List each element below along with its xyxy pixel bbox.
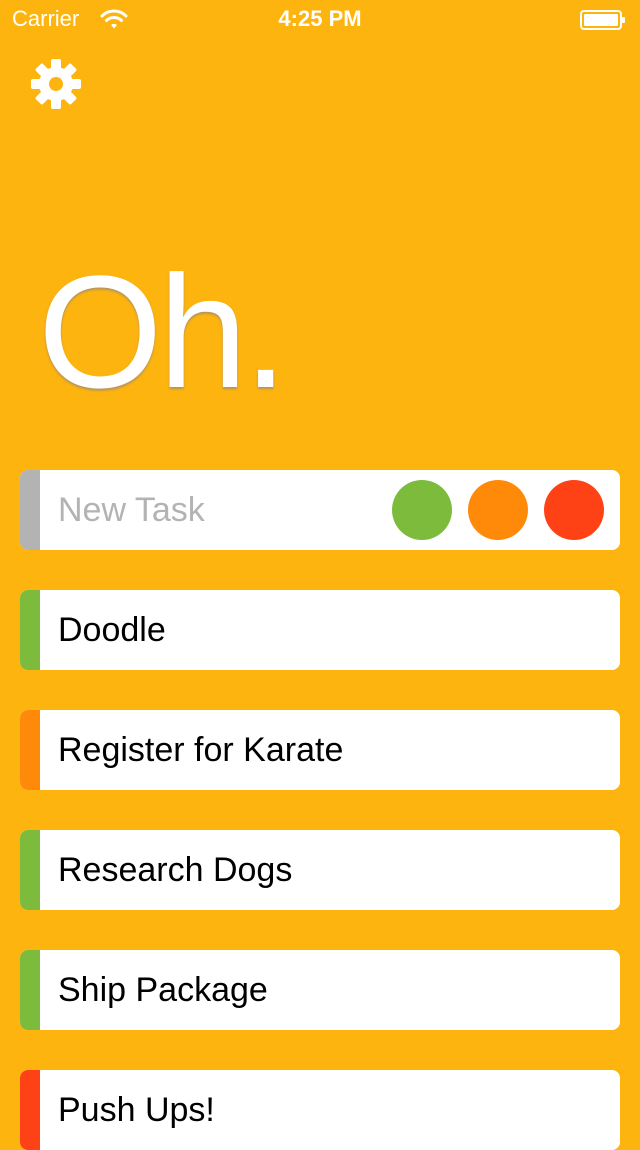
task-label: Push Ups! (58, 1091, 215, 1129)
priority-orange-button[interactable] (468, 480, 528, 540)
task-item[interactable]: Ship Package (20, 950, 620, 1030)
new-task-input[interactable]: New Task (58, 490, 205, 530)
task-label: Register for Karate (58, 731, 344, 769)
task-item[interactable]: Push Ups! (20, 1070, 620, 1150)
task-item[interactable]: Doodle (20, 590, 620, 670)
priority-strip-red (20, 1070, 40, 1150)
task-item[interactable]: Register for Karate (20, 710, 620, 790)
priority-strip-green (20, 590, 40, 670)
settings-button[interactable] (28, 56, 84, 112)
task-label: Research Dogs (58, 851, 293, 889)
status-bar: Carrier 4:25 PM (0, 0, 640, 40)
priority-strip-green (20, 950, 40, 1030)
priority-strip (20, 470, 40, 550)
gear-icon (31, 59, 81, 109)
priority-strip-green (20, 830, 40, 910)
new-task-card[interactable]: New Task (20, 470, 620, 550)
priority-red-button[interactable] (544, 480, 604, 540)
task-label: Doodle (58, 611, 166, 649)
priority-green-button[interactable] (392, 480, 452, 540)
battery-icon (580, 10, 626, 30)
status-time: 4:25 PM (278, 6, 362, 31)
task-item[interactable]: Research Dogs (20, 830, 620, 910)
page-title: Oh. (38, 242, 288, 421)
task-label: Ship Package (58, 971, 268, 1009)
priority-strip-orange (20, 710, 40, 790)
